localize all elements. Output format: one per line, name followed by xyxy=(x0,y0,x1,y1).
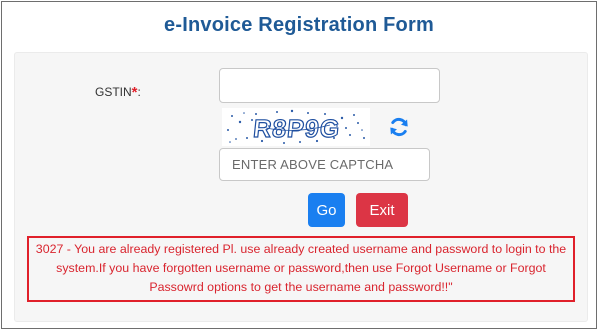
captcha-image: R8P9G xyxy=(222,108,370,146)
refresh-icon[interactable] xyxy=(388,116,410,138)
gstin-input[interactable] xyxy=(219,68,440,103)
exit-button[interactable]: Exit xyxy=(356,193,408,227)
gstin-label-text: GSTIN xyxy=(95,85,132,99)
captcha-input[interactable] xyxy=(219,148,430,181)
form-header: e-Invoice Registration Form xyxy=(2,2,596,48)
error-message-box: 3027 - You are already registered Pl. us… xyxy=(27,236,575,302)
required-asterisk: * xyxy=(131,84,138,101)
go-button[interactable]: Go xyxy=(308,193,345,227)
gstin-label-colon: : xyxy=(137,85,141,99)
form-panel: GSTIN*: R8P9G Go xyxy=(14,52,588,322)
gstin-label: GSTIN*: xyxy=(95,83,141,101)
page-title: e-Invoice Registration Form xyxy=(164,13,434,36)
error-message: 3027 - You are already registered Pl. us… xyxy=(35,242,567,294)
registration-window: e-Invoice Registration Form GSTIN*: R8P9… xyxy=(1,1,597,329)
captcha-text: R8P9G xyxy=(252,115,342,143)
